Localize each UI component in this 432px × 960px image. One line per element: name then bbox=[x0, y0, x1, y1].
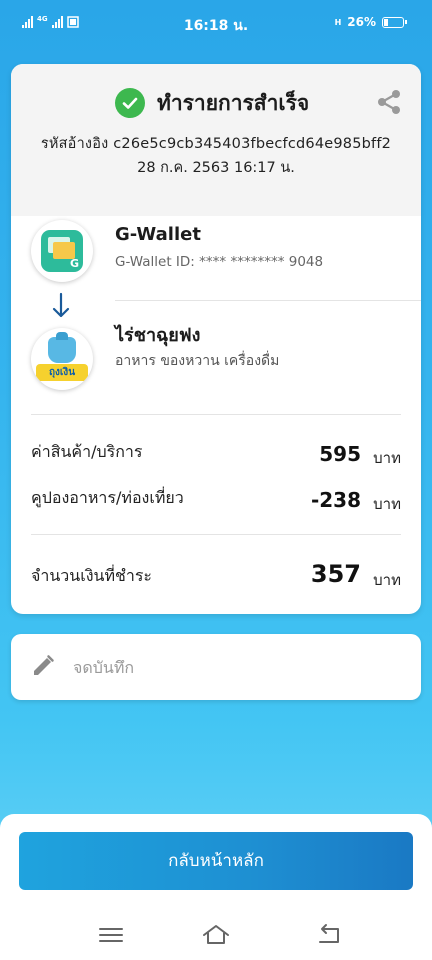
merchant-category: อาหาร ของหวาน เครื่องดื่ม bbox=[115, 353, 280, 369]
success-title: ทำรายการสำเร็จ bbox=[157, 91, 310, 115]
arrow-down-icon bbox=[52, 292, 70, 318]
pencil-icon bbox=[34, 655, 54, 675]
tungngern-logo: ถุงเงิน bbox=[31, 328, 93, 390]
coupon-value: -238 bbox=[310, 488, 361, 512]
item-price-unit: บาท bbox=[373, 449, 401, 467]
home-icon[interactable] bbox=[201, 922, 231, 948]
merchant-name: ไร่ชาฉุยฟง bbox=[115, 325, 201, 346]
battery-percent: 26% bbox=[347, 15, 376, 29]
total-value: 357 bbox=[310, 560, 361, 588]
status-bar: 4G 16:18 น. H 26% bbox=[0, 0, 432, 46]
gwallet-logo: G bbox=[31, 220, 93, 282]
coupon-unit: บาท bbox=[373, 495, 401, 513]
hplus-icon: H bbox=[334, 17, 342, 27]
system-nav-bar bbox=[0, 912, 432, 960]
item-price-value: 595 bbox=[319, 442, 361, 466]
check-circle-icon bbox=[115, 88, 145, 118]
total-label: จำนวนเงินที่ชำระ bbox=[31, 566, 153, 585]
divider bbox=[31, 534, 401, 535]
divider bbox=[31, 414, 401, 415]
source-wallet-id: G-Wallet ID: **** ******** 9048 bbox=[115, 254, 324, 270]
menu-icon[interactable] bbox=[96, 922, 126, 948]
share-icon[interactable] bbox=[375, 88, 403, 116]
note-card[interactable] bbox=[11, 634, 421, 700]
transaction-card: ทำรายการสำเร็จ รหัสอ้างอิง c26e5c9cb3454… bbox=[11, 64, 421, 614]
reference-number: รหัสอ้างอิง c26e5c9cb345403fbecfcd64e985… bbox=[40, 136, 392, 152]
transaction-header: ทำรายการสำเร็จ รหัสอ้างอิง c26e5c9cb3454… bbox=[11, 64, 421, 216]
transaction-datetime: 28 ก.ค. 2563 16:17 น. bbox=[137, 160, 295, 176]
item-price-label: ค่าสินค้า/บริการ bbox=[31, 442, 143, 461]
note-input[interactable] bbox=[73, 652, 393, 682]
back-icon[interactable] bbox=[314, 922, 344, 948]
back-to-home-button[interactable]: กลับหน้าหลัก bbox=[19, 832, 413, 890]
total-unit: บาท bbox=[373, 571, 401, 589]
battery-icon bbox=[382, 16, 407, 28]
coupon-label: คูปองอาหาร/ท่องเที่ยว bbox=[31, 488, 184, 507]
status-right: H 26% bbox=[334, 15, 407, 29]
source-name: G-Wallet bbox=[115, 224, 201, 245]
divider bbox=[115, 300, 421, 301]
